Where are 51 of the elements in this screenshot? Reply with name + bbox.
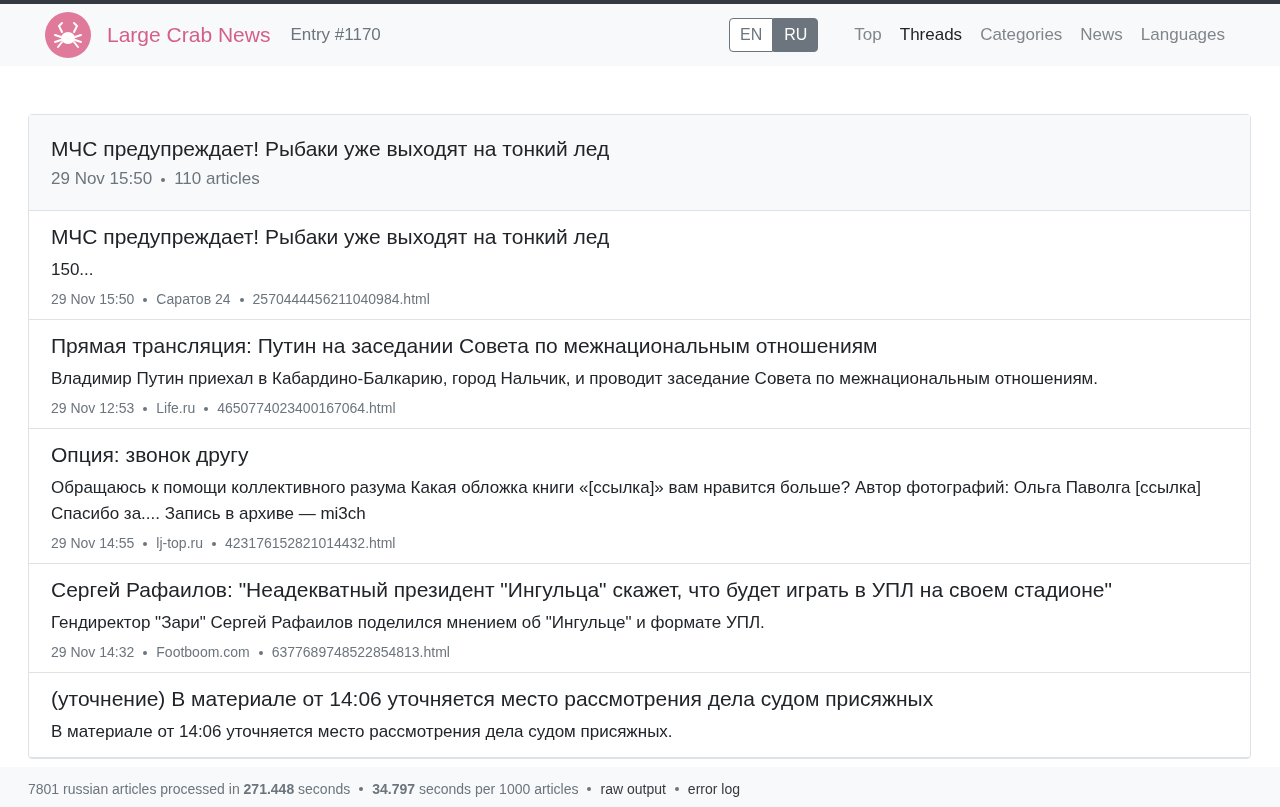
article-source: Footboom.com — [156, 644, 250, 660]
separator-dot — [359, 787, 364, 791]
separator-dot — [587, 787, 592, 791]
article-file-link[interactable]: 4650774023400167064.html — [217, 400, 396, 416]
entry-label: Entry #1170 — [290, 25, 381, 45]
article-snippet: Обращаюсь к помощи коллективного разума Какая обложка книги «[ссылка]» вам нравится больше? Автор фотографий: Ольга Паволга [ссылка] Спасибо за.... Запись в архиве — mi3ch — [51, 477, 1202, 525]
article-title-link[interactable]: Прямая трансляция: Путин на заседании Совета по межнациональным отношениям — [51, 334, 1228, 358]
separator-dot — [143, 407, 148, 412]
separator-dot — [143, 298, 148, 303]
article-snippet: В материале от 14:06 уточняется место рассмотрения дела судом присяжных. — [51, 721, 674, 743]
article-title-link[interactable]: Сергей Рафаилов: "Неадекватный президент "Ингульца" скажет, что будет играть в УПЛ на своем стадионе" — [51, 578, 1228, 602]
article-title-link[interactable]: (уточнение) В материале от 14:06 уточняется место рассмотрения дела судом присяжных — [51, 687, 1228, 711]
language-button[interactable]: EN — [729, 18, 774, 52]
article-source: Саратов 24 — [156, 291, 231, 307]
separator-dot — [143, 542, 148, 547]
separator-dot — [674, 787, 679, 791]
nav-link[interactable]: Categories — [980, 25, 1063, 45]
article-snippet: Владимир Путин приехал в Кабардино-Балкарию, город Нальчик, и проводит заседание Совета по межнациональным отношениям. — [51, 368, 1099, 390]
article-time: 29 Nov 12:53 — [51, 400, 135, 416]
stats-text: 34.797 seconds per 1000 articles — [372, 781, 579, 797]
article-time: 29 Nov 15:50 — [51, 291, 135, 307]
footer-link[interactable]: error log — [687, 781, 740, 797]
article-title-link[interactable]: Опция: звонок другу — [51, 443, 1228, 467]
article-title-link[interactable]: МЧС предупреждает! Рыбаки уже выходят на тонкий лед — [51, 225, 1228, 249]
separator-dot — [258, 651, 263, 656]
nav-link[interactable]: News — [1080, 25, 1123, 45]
article-snippet: Гендиректор "Зари" Сергей Рафаилов поделился мнением об "Ингульце" и формате УПЛ. — [51, 612, 766, 634]
footer-link[interactable]: raw output — [600, 781, 666, 797]
thread-title: МЧС предупреждает! Рыбаки уже выходят на тонкий лед — [51, 137, 611, 161]
article-source: lj-top.ru — [156, 535, 203, 551]
crab-logo-icon[interactable] — [45, 12, 91, 58]
nav-link[interactable]: Languages — [1140, 25, 1225, 45]
article-snippet: 150... — [51, 259, 95, 281]
article-file-link[interactable]: 6377689748522854813.html — [271, 644, 450, 660]
thread-time: 29 Nov 15:50 — [51, 169, 153, 188]
article-source: Life.ru — [156, 400, 196, 416]
article-time: 29 Nov 14:55 — [51, 535, 135, 551]
separator-dot — [143, 651, 148, 656]
brand-link[interactable]: Large Crab News — [107, 23, 271, 47]
nav-link[interactable]: Top — [854, 25, 882, 45]
language-button[interactable]: RU — [773, 18, 819, 52]
article-time: 29 Nov 14:32 — [51, 644, 135, 660]
stats-text: 7801 russian articles processed in 271.448 seconds — [28, 781, 351, 797]
article-file-link[interactable]: 423176152821014432.html — [225, 535, 396, 551]
separator-dot — [204, 407, 209, 412]
separator-dot — [239, 298, 244, 303]
nav-link[interactable]: Threads — [899, 25, 963, 45]
separator-dot — [212, 542, 216, 547]
article-file-link[interactable]: 2570444456211040984.html — [252, 291, 430, 307]
article-count: 110 articles — [174, 169, 260, 188]
separator-dot — [161, 177, 166, 182]
